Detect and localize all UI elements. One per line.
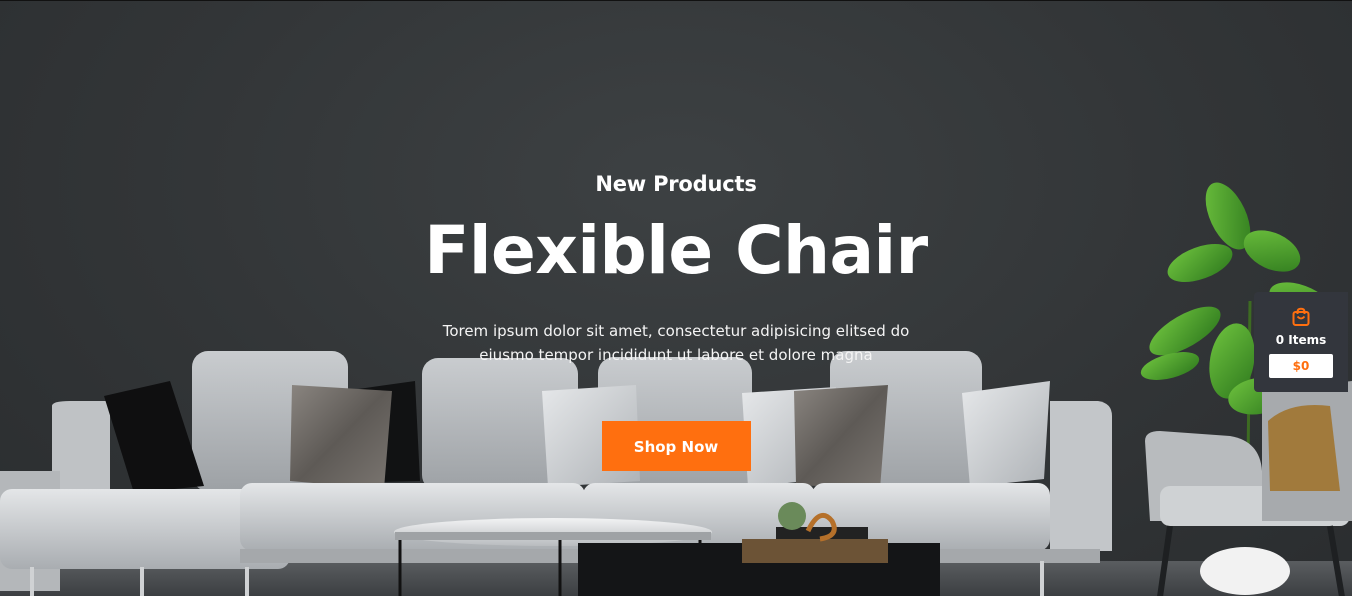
hero-subtitle: New Products — [595, 172, 757, 196]
hero-title: Flexible Chair — [424, 212, 928, 289]
shopping-bag-icon — [1292, 307, 1310, 326]
hero-description: Torem ipsum dolor sit amet, consectetur … — [442, 322, 910, 364]
hero-banner: New Products Flexible Chair Torem ipsum … — [0, 0, 1352, 596]
cart-items-count: 0 Items — [1275, 333, 1327, 347]
cart-total-badge: $0 — [1269, 354, 1333, 378]
hero-text-block: New Products Flexible Chair Torem ipsum … — [0, 169, 1352, 471]
mini-cart-widget[interactable]: 0 Items $0 — [1254, 292, 1348, 392]
shop-now-button[interactable]: Shop Now — [601, 421, 751, 471]
